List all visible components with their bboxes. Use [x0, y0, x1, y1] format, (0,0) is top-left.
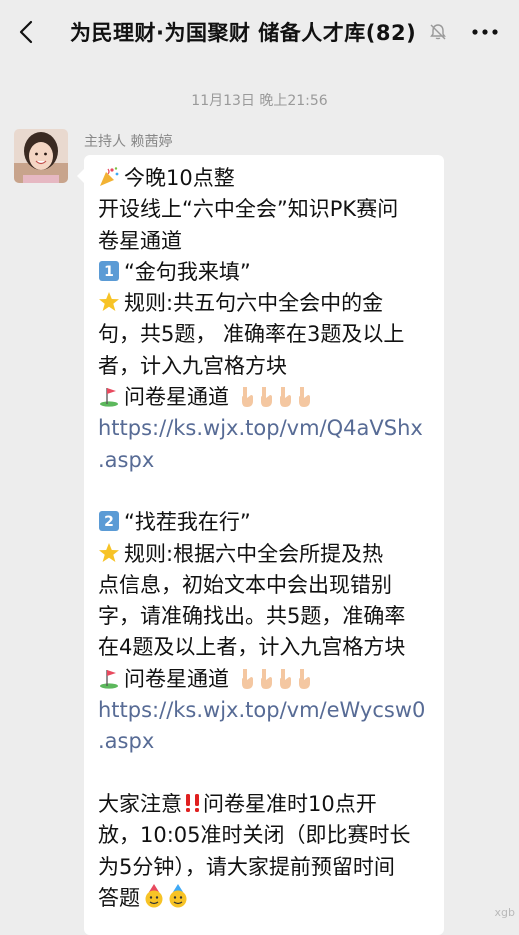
chat-title: 为民理财·为国聚财 储备人才库(82)	[70, 21, 417, 45]
watermark: xgb	[494, 906, 515, 919]
message-line: 在4题及以上者，计入九宫格方块	[98, 635, 406, 660]
back-button[interactable]	[14, 18, 42, 46]
message-line-text: 答题	[98, 885, 140, 910]
message-line: 卷星通道	[98, 228, 182, 253]
avatar[interactable]	[14, 129, 68, 183]
star-icon	[98, 291, 120, 322]
svg-text:1: 1	[104, 264, 114, 280]
keycap-2-icon: 2	[98, 510, 120, 541]
chat-header: 为民理财·为国聚财 储备人才库(82)	[0, 0, 519, 64]
message-line: 今晚10点整	[98, 163, 438, 194]
pointing-down-hand-icon	[258, 386, 274, 408]
message-line-text: 问卷星准时10点开	[203, 791, 377, 816]
message-line: 点信息，初始文本中会出现错别	[98, 572, 392, 597]
message-line-text: 今晚10点整	[124, 166, 235, 190]
double-exclamation-icon	[183, 792, 203, 823]
message-line-text: 大家注意	[98, 791, 182, 816]
golf-flag-icon	[98, 667, 120, 698]
star-icon	[98, 542, 120, 573]
message-line: 者，计入九宫格方块	[98, 353, 287, 378]
pointing-down-hand-icon	[296, 668, 312, 690]
message-line: 1 “金句我来填”	[98, 257, 438, 288]
more-button[interactable]	[470, 22, 500, 42]
face-with-party-hat-icon	[166, 883, 190, 917]
message-line: 问卷星通道	[98, 664, 438, 695]
message-line-text: “金句我来填”	[124, 259, 251, 284]
pointing-down-hand-icon	[277, 668, 293, 690]
message-line: 放，10:05准时关闭（即比赛时长	[98, 823, 411, 848]
pointing-down-hand-icon	[277, 386, 293, 408]
golf-flag-icon	[98, 385, 120, 416]
pointing-down-hand-icon	[239, 668, 255, 690]
party-popper-icon	[98, 166, 120, 197]
message-line-text: 问卷星通道	[124, 385, 229, 410]
message-timestamp: 11月13日 晚上21:56	[191, 93, 328, 109]
pointing-down-hand-icon	[239, 386, 255, 408]
message-line-text: 规则:根据六中全会所提及热	[124, 541, 384, 566]
pointing-down-hand-icon	[296, 386, 312, 408]
survey-link-1-continued[interactable]: .aspx	[98, 445, 438, 476]
face-with-party-hat-icon	[142, 883, 166, 917]
more-dots-icon	[472, 29, 498, 35]
chevron-left-icon	[19, 20, 33, 44]
message-line-text: “找茬我在行”	[124, 510, 251, 535]
message-line: 问卷星通道	[98, 382, 438, 413]
message-line-text: 规则:共五句六中全会中的金	[124, 291, 384, 316]
bell-off-icon	[428, 22, 448, 42]
pointing-down-hand-icon	[258, 668, 274, 690]
survey-link-2[interactable]: https://ks.wjx.top/vm/eWycsw0	[98, 695, 438, 726]
message-line: 2 “找茬我在行”	[98, 507, 438, 538]
message-line: 开设线上“六中全会”知识PK赛问	[98, 197, 399, 222]
message-bubble[interactable]: 今晚10点整 开设线上“六中全会”知识PK赛问 卷星通道 1 “金句我来填” 规…	[77, 155, 444, 935]
message-line: 规则:共五句六中全会中的金	[98, 288, 438, 319]
survey-link-2-continued[interactable]: .aspx	[98, 726, 438, 757]
keycap-1-icon: 1	[98, 260, 120, 291]
message-line: 字，请准确找出。共5题，准确率	[98, 604, 406, 629]
message-line: 大家注意 问卷星准时10点开	[98, 789, 438, 820]
message-line: 句，共5题， 准确率在3题及以上	[98, 322, 405, 347]
message-line: 答题	[98, 883, 438, 914]
message-line: 规则:根据六中全会所提及热	[98, 539, 438, 570]
message-line-text: 问卷星通道	[124, 666, 229, 691]
message-line: 为5分钟），请大家提前预留时间	[98, 854, 395, 879]
sender-name: 主持人 赖茜婷	[84, 134, 173, 150]
svg-text:2: 2	[104, 514, 114, 530]
survey-link-1[interactable]: https://ks.wjx.top/vm/Q4aVShx	[98, 413, 438, 444]
message-text: 今晚10点整 开设线上“六中全会”知识PK赛问 卷星通道 1 “金句我来填” 规…	[98, 163, 438, 914]
